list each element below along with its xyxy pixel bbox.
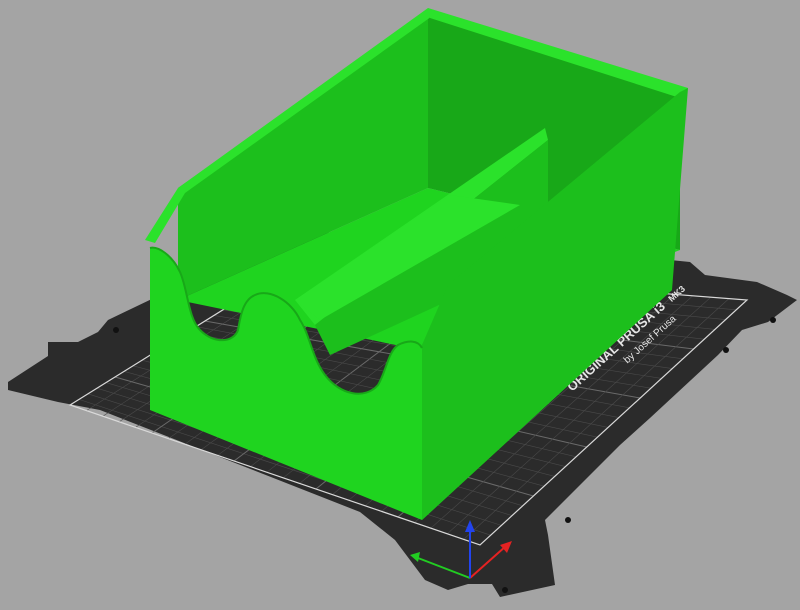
bed-screw-hole — [502, 587, 508, 593]
3d-viewport[interactable]: ORIGINAL PRUSA i3 MK3 by Josef Prusa — [0, 0, 800, 610]
bed-screw-hole — [723, 347, 729, 353]
bed-screw-hole — [113, 327, 119, 333]
bed-screw-hole — [565, 517, 571, 523]
scene-canvas[interactable]: ORIGINAL PRUSA i3 MK3 by Josef Prusa — [0, 0, 800, 610]
bed-screw-hole — [770, 317, 776, 323]
